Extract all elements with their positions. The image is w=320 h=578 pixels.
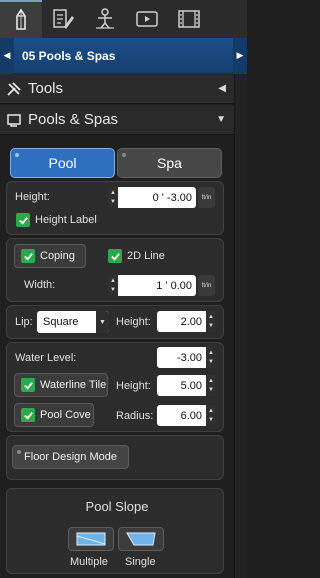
next-page-button[interactable]: ▶: [233, 37, 247, 74]
slope-multiple-label: Multiple: [70, 556, 108, 568]
slope-single-label: Single: [125, 556, 156, 568]
height-label-checkbox-label: Height Label: [35, 214, 97, 226]
radius-value: 6.00: [180, 409, 202, 422]
floor-design-mode-button[interactable]: Floor Design Mode: [12, 445, 129, 469]
slope-multiple-button[interactable]: [68, 527, 114, 551]
slope-single-button[interactable]: [118, 527, 164, 551]
triangle-right-icon: ▶: [236, 50, 244, 60]
radius-label: Radius:: [116, 410, 154, 422]
radius-stepper[interactable]: ▲ ▼: [206, 405, 216, 426]
lip-height-stepper[interactable]: ▲ ▼: [206, 311, 216, 332]
height-label: Height:: [15, 191, 50, 203]
checkmark-icon: [21, 408, 35, 422]
checkmark-icon: [18, 216, 28, 225]
tab-pool-label: Pool: [48, 155, 77, 171]
checkmark-icon: [21, 378, 35, 392]
pool-cove-toggle-button[interactable]: Pool Cove: [14, 403, 94, 427]
video-play-icon: [136, 11, 158, 27]
floor-design-mode-label: Floor Design Mode: [24, 451, 117, 463]
waterline-tile-label: Waterline Tile: [40, 379, 107, 391]
tools-section-header[interactable]: Tools ◀: [0, 74, 234, 104]
pool-panel-icon: [7, 113, 21, 127]
height-unit-button[interactable]: ft/in: [198, 187, 215, 208]
lip-height-value: 2.00: [180, 315, 202, 328]
pool-slope-title: Pool Slope: [85, 499, 149, 514]
pools-section-label: Pools & Spas: [28, 111, 119, 128]
tile-height-label: Height:: [116, 380, 151, 392]
tile-height-input[interactable]: 5.00 ▲ ▼: [157, 375, 216, 396]
height-value: 0 ' -3.00: [152, 191, 192, 204]
width-stepper[interactable]: ▲ ▼: [108, 275, 118, 296]
tab-indicator-dot: [15, 153, 19, 157]
water-level-value: -3.00: [176, 351, 202, 364]
width-input[interactable]: ▲ ▼ 1 ' 0.00: [108, 275, 196, 296]
pencil-icon: [16, 8, 26, 30]
pencil-tool-button[interactable]: [0, 0, 42, 38]
vertical-scrollbar[interactable]: [234, 74, 247, 578]
tools-wrench-icon: [7, 81, 21, 96]
film-strip-icon: [178, 10, 200, 28]
width-unit-button[interactable]: ft/in: [198, 275, 215, 296]
lip-height-input[interactable]: 2.00 ▲ ▼: [157, 311, 216, 332]
width-label: Width:: [24, 279, 56, 291]
edit-document-icon: [53, 9, 74, 29]
lip-style-value: Square: [43, 316, 79, 328]
page-title: 05 Pools & Spas: [22, 48, 116, 63]
button-indicator-dot: [17, 450, 21, 454]
page-selector: ◀ 05 Pools & Spas ▶: [0, 37, 247, 74]
tab-spa-label: Spa: [157, 155, 182, 171]
radius-input[interactable]: 6.00 ▲ ▼: [157, 405, 216, 426]
single-slope-icon: [126, 532, 156, 546]
line-2d-label: 2D Line: [127, 250, 165, 262]
dropdown-arrow-icon: ▼: [96, 311, 109, 333]
scene-figure-icon: [96, 8, 114, 29]
edit-document-tool-button[interactable]: [42, 0, 84, 38]
multiple-slope-icon: [76, 532, 106, 546]
previous-page-button[interactable]: ◀: [0, 37, 14, 74]
tools-section-label: Tools: [28, 80, 64, 97]
tab-indicator-dot: [122, 153, 126, 157]
height-input[interactable]: ▲ ▼ 0 ' -3.00: [108, 187, 196, 208]
water-level-input[interactable]: -3.00 ▲ ▼: [157, 347, 216, 368]
waterline-tile-toggle-button[interactable]: Waterline Tile: [14, 373, 108, 397]
height-stepper[interactable]: ▲ ▼: [108, 187, 118, 208]
lip-label: Lip:: [15, 316, 33, 328]
chevron-left-icon: ◀: [218, 83, 226, 94]
water-level-label: Water Level:: [15, 352, 77, 364]
lip-style-select[interactable]: Square ▼: [37, 311, 109, 333]
tab-pool[interactable]: Pool: [10, 148, 115, 178]
coping-toggle-button[interactable]: Coping: [14, 244, 86, 268]
triangle-left-icon: ◀: [3, 50, 11, 60]
top-toolbar: [0, 0, 247, 38]
tab-spa[interactable]: Spa: [117, 148, 222, 178]
coping-label: Coping: [40, 250, 75, 262]
film-tool-button[interactable]: [168, 0, 210, 38]
tile-height-stepper[interactable]: ▲ ▼: [206, 375, 216, 396]
height-label-checkbox[interactable]: [16, 213, 30, 227]
tile-height-value: 5.00: [180, 379, 202, 392]
lip-height-label: Height:: [116, 316, 151, 328]
water-level-stepper[interactable]: ▲ ▼: [206, 347, 216, 368]
pool-cove-label: Pool Cove: [40, 409, 91, 421]
checkmark-icon: [110, 252, 120, 261]
checkmark-icon: [21, 249, 35, 263]
video-tool-button[interactable]: [126, 0, 168, 38]
width-value: 1 ' 0.00: [156, 279, 192, 292]
pools-section-header[interactable]: Pools & Spas ▼: [0, 105, 234, 135]
scene-tool-button[interactable]: [84, 0, 126, 38]
chevron-down-icon: ▼: [216, 114, 226, 125]
line-2d-checkbox[interactable]: [108, 249, 122, 263]
